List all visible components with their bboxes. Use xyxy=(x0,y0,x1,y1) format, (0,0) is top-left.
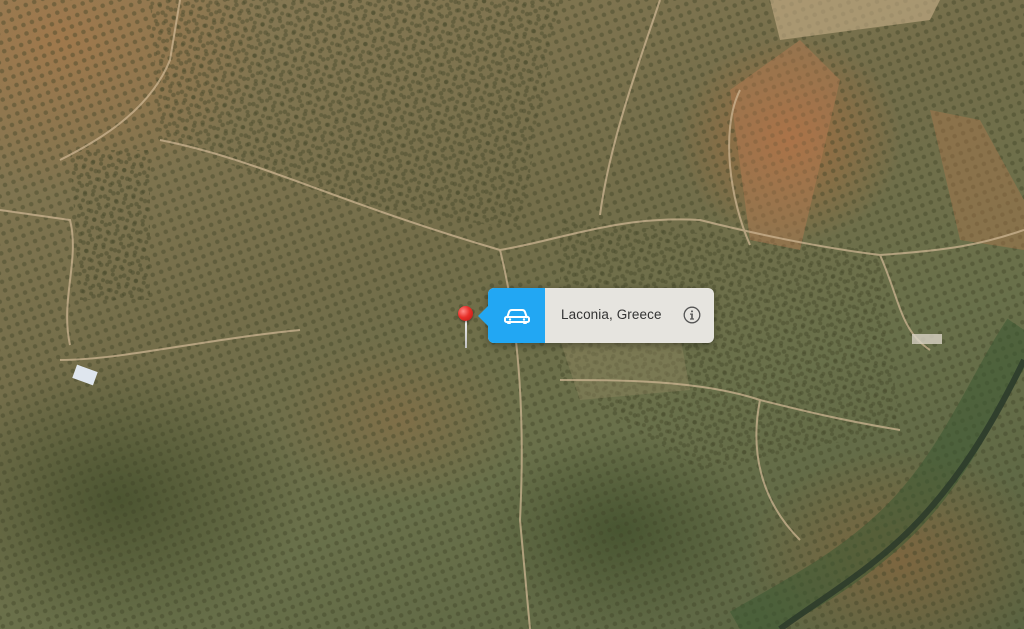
info-button[interactable] xyxy=(683,306,701,324)
pin-needle xyxy=(465,320,467,348)
location-title: Laconia, Greece xyxy=(561,307,662,322)
car-icon xyxy=(503,308,530,324)
map-pin[interactable] xyxy=(458,306,474,350)
map-pin-icon[interactable] xyxy=(458,306,473,321)
info-icon xyxy=(683,306,701,324)
callout-pointer xyxy=(478,306,488,326)
directions-button[interactable] xyxy=(488,288,545,343)
location-callout[interactable]: Laconia, Greece xyxy=(478,288,714,343)
